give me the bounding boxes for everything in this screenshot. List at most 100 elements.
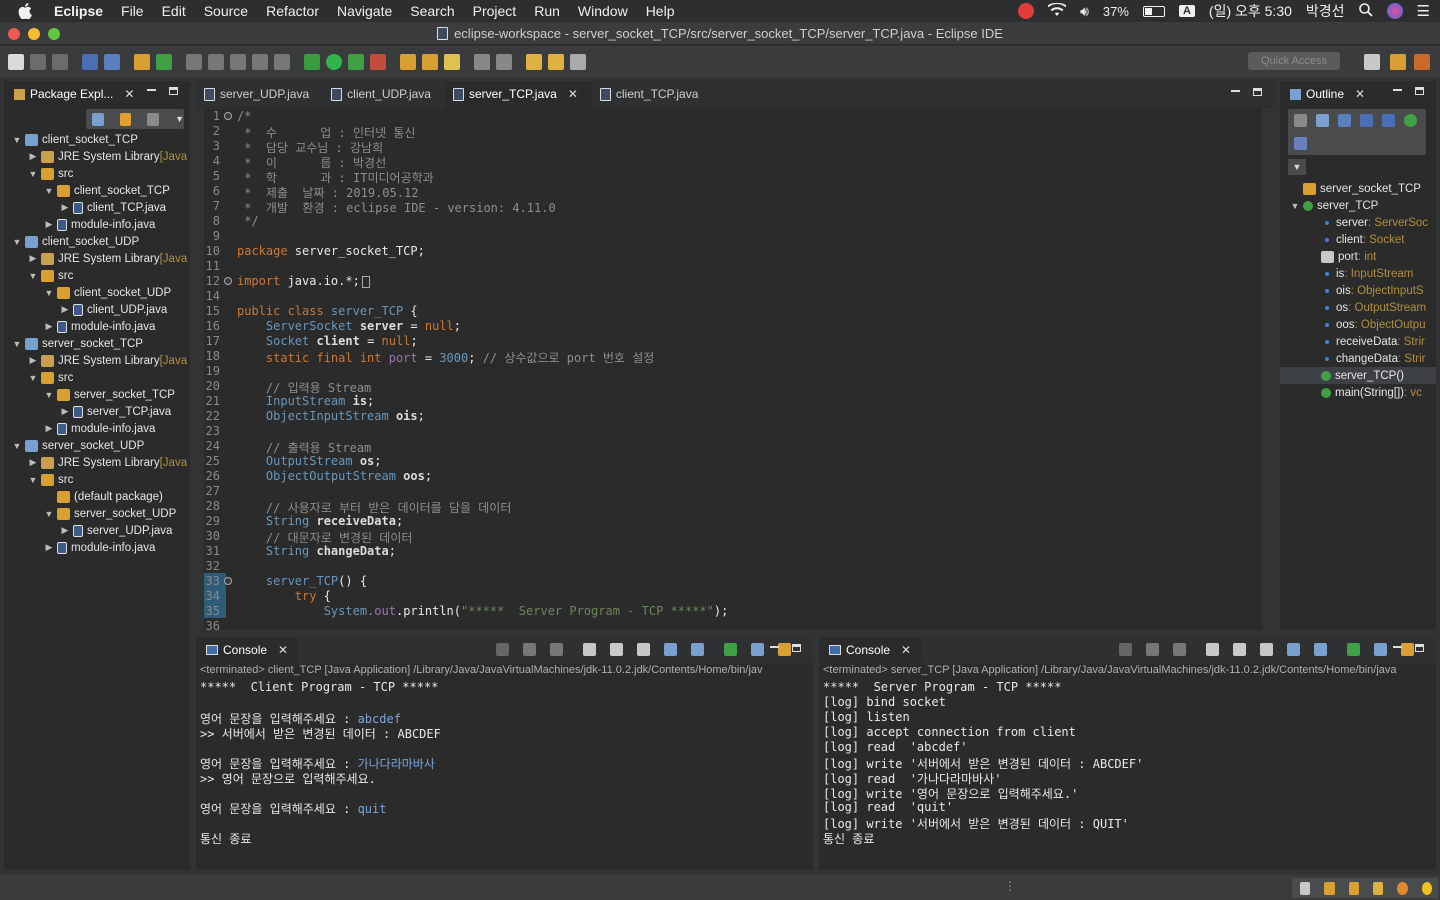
external-tools-icon[interactable] bbox=[370, 54, 386, 70]
battery-icon[interactable] bbox=[1142, 5, 1165, 17]
expand-arrow-icon[interactable]: ▶ bbox=[28, 355, 38, 366]
console-minimize-icon[interactable] bbox=[770, 646, 779, 648]
outline-item[interactable]: receiveData : Strir bbox=[1280, 333, 1436, 350]
word-wrap-icon[interactable] bbox=[1260, 643, 1273, 656]
expand-arrow-icon[interactable]: ▶ bbox=[28, 457, 38, 468]
menu-source[interactable]: Source bbox=[204, 3, 248, 19]
menu-file[interactable]: File bbox=[121, 3, 144, 19]
outline-item[interactable]: oos : ObjectOutpu bbox=[1280, 316, 1436, 333]
show-whitespace-icon[interactable] bbox=[274, 54, 290, 70]
expand-arrow-icon[interactable]: ▼ bbox=[28, 475, 38, 485]
save-all-icon[interactable] bbox=[52, 54, 68, 70]
problems-icon[interactable] bbox=[1372, 881, 1384, 895]
notification-center-icon[interactable]: ☰ bbox=[1417, 2, 1430, 20]
display-console-icon[interactable] bbox=[1374, 643, 1387, 656]
minimize-view-icon[interactable] bbox=[147, 89, 156, 91]
save-icon[interactable] bbox=[30, 54, 46, 70]
hide-static-icon[interactable] bbox=[1360, 114, 1373, 127]
collapse-all-icon[interactable] bbox=[1316, 114, 1329, 127]
close-icon[interactable]: ✕ bbox=[124, 87, 134, 101]
menu-user[interactable]: 박경선 bbox=[1306, 1, 1345, 21]
scroll-lock-icon[interactable] bbox=[1233, 643, 1246, 656]
forward-arrow-icon[interactable] bbox=[570, 54, 586, 70]
back-arrow-icon[interactable] bbox=[548, 54, 564, 70]
menu-window[interactable]: Window bbox=[578, 3, 628, 19]
focus-workspace-icon[interactable] bbox=[147, 112, 160, 126]
expand-arrow-icon[interactable]: ▼ bbox=[44, 390, 54, 400]
search-toolbar-icon[interactable] bbox=[444, 54, 460, 70]
tree-item[interactable]: ▶ JRE System Library [Java bbox=[4, 250, 190, 267]
new-icon[interactable] bbox=[8, 54, 24, 70]
minimize-view-icon[interactable] bbox=[1393, 89, 1402, 91]
toggle-mark-icon[interactable] bbox=[230, 54, 246, 70]
outline-item[interactable]: main(String[]) : vc bbox=[1280, 384, 1436, 401]
prev-annotation-icon[interactable] bbox=[496, 54, 512, 70]
console-maximize-icon[interactable] bbox=[792, 644, 801, 652]
expand-arrow-icon[interactable]: ▶ bbox=[60, 304, 70, 315]
open-perspective-icon[interactable] bbox=[1364, 54, 1380, 70]
hide-nonpublic-icon[interactable] bbox=[1382, 114, 1395, 127]
terminal-icon[interactable] bbox=[82, 54, 98, 70]
show-on-stdout-icon[interactable] bbox=[664, 643, 677, 656]
display-console-icon[interactable] bbox=[751, 643, 764, 656]
expand-arrow-icon[interactable]: ▶ bbox=[44, 542, 54, 553]
clear-console-icon[interactable] bbox=[583, 643, 596, 656]
tree-item[interactable]: ▶ module-info.java bbox=[4, 216, 190, 233]
menu-refactor[interactable]: Refactor bbox=[266, 3, 319, 19]
expand-arrow-icon[interactable]: ▶ bbox=[28, 253, 38, 264]
console-maximize-icon[interactable] bbox=[1415, 644, 1424, 652]
tab-console-left[interactable]: Console ✕ bbox=[196, 637, 299, 663]
tree-item[interactable]: ▼ client_socket_TCP bbox=[4, 182, 190, 199]
fold-toggle-icon[interactable] bbox=[224, 277, 232, 285]
zoom-window-button[interactable] bbox=[48, 28, 60, 40]
remove-all-icon[interactable] bbox=[550, 643, 563, 656]
show-on-stdout-icon[interactable] bbox=[1287, 643, 1300, 656]
maximize-view-icon[interactable] bbox=[169, 87, 178, 95]
tree-item[interactable]: ▶ module-info.java bbox=[4, 420, 190, 437]
close-icon[interactable]: ✕ bbox=[1355, 87, 1365, 101]
outline-item[interactable]: port : int bbox=[1280, 248, 1436, 265]
tab-console-right[interactable]: Console ✕ bbox=[819, 637, 922, 663]
remove-launch-icon[interactable] bbox=[523, 643, 536, 656]
menu-project[interactable]: Project bbox=[473, 3, 517, 19]
outline-item[interactable]: ois : ObjectInputS bbox=[1280, 282, 1436, 299]
new-package-icon[interactable] bbox=[134, 54, 150, 70]
tree-item[interactable]: ▼ server_socket_TCP bbox=[4, 335, 190, 352]
expand-arrow-icon[interactable]: ▶ bbox=[60, 202, 70, 213]
tree-item[interactable]: ▼ server_socket_UDP bbox=[4, 505, 190, 522]
wifi-icon[interactable] bbox=[1047, 2, 1067, 20]
close-icon[interactable]: ✕ bbox=[901, 643, 911, 657]
outline-view-menu[interactable]: ▼ bbox=[1288, 159, 1306, 175]
editor-tab[interactable]: server_TCP.java ✕ bbox=[444, 81, 592, 107]
outline-item[interactable]: is : InputStream bbox=[1280, 265, 1436, 282]
code-area[interactable]: 1 /* 2 * 수 업 : 인터넷 통신 3 * 담당 교수님 : 강남희 4 * 이… bbox=[196, 108, 1274, 630]
declaration-icon[interactable] bbox=[1348, 881, 1359, 895]
outline-item[interactable]: server_socket_TCP bbox=[1280, 180, 1436, 197]
tab-outline[interactable]: Outline ✕ bbox=[1280, 81, 1376, 107]
tree-item[interactable]: ▼ server_socket_TCP bbox=[4, 386, 190, 403]
tree-item[interactable]: ▶ module-info.java bbox=[4, 539, 190, 556]
outline-item[interactable]: ▼ server_TCP bbox=[1280, 197, 1436, 214]
task-list-icon[interactable] bbox=[1300, 881, 1311, 895]
console-minimize-icon[interactable] bbox=[1393, 646, 1402, 648]
remove-launch-icon[interactable] bbox=[1146, 643, 1159, 656]
block-select-icon[interactable] bbox=[252, 54, 268, 70]
coverage-icon[interactable] bbox=[348, 54, 364, 70]
view-menu-icon[interactable]: ▼ bbox=[175, 114, 184, 124]
tree-item[interactable]: ▶ client_UDP.java bbox=[4, 301, 190, 318]
minimize-window-button[interactable] bbox=[28, 28, 40, 40]
outline-item[interactable]: changeData : Strir bbox=[1280, 350, 1436, 367]
open-type-icon[interactable] bbox=[400, 54, 416, 70]
collapse-all-icon[interactable] bbox=[92, 112, 104, 126]
run-icon[interactable] bbox=[326, 54, 342, 70]
java-perspective-icon[interactable] bbox=[1390, 54, 1406, 70]
expand-arrow-icon[interactable]: ▶ bbox=[60, 406, 70, 417]
expand-arrow-icon[interactable]: ▼ bbox=[44, 509, 54, 519]
console-left-output[interactable]: <terminated> client_TCP [Java Applicatio… bbox=[196, 664, 813, 870]
menu-search[interactable]: Search bbox=[410, 3, 454, 19]
expand-arrow-icon[interactable]: ▼ bbox=[12, 339, 22, 349]
close-icon[interactable]: ✕ bbox=[278, 643, 288, 657]
new-class-icon[interactable] bbox=[156, 54, 172, 70]
scroll-lock-icon[interactable] bbox=[610, 643, 623, 656]
expand-arrow-icon[interactable]: ▶ bbox=[60, 525, 70, 536]
